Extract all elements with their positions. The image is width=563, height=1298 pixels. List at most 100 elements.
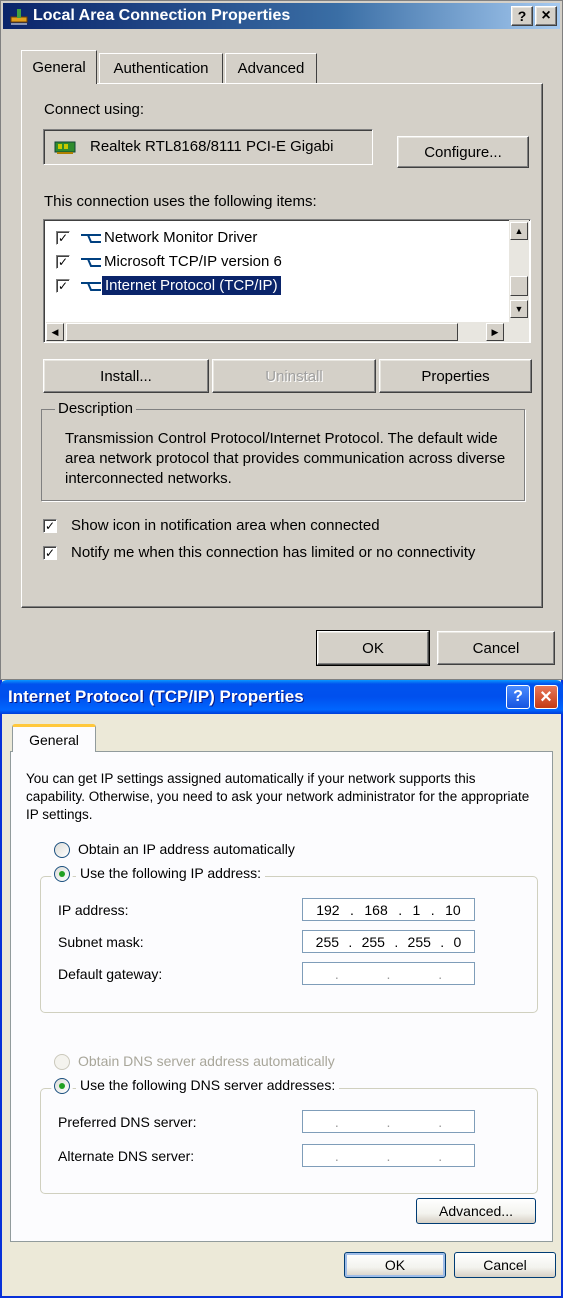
- preferred-dns-label: Preferred DNS server:: [58, 1114, 197, 1130]
- ip-separator: .: [438, 965, 443, 982]
- ip-octet: 192: [316, 901, 340, 918]
- list-item-label: Internet Protocol (TCP/IP): [101, 275, 282, 296]
- ip-separator: .: [386, 965, 391, 982]
- properties-button-label: Properties: [421, 367, 490, 385]
- checkbox-checked[interactable]: ✓: [56, 279, 70, 293]
- local-area-connection-properties-window: Local Area Connection Properties ? × Gen…: [0, 0, 563, 680]
- checkbox-checked[interactable]: ✓: [56, 255, 70, 269]
- dns-server-group: [40, 1088, 538, 1194]
- show-icon-label[interactable]: Show icon in notification area when conn…: [71, 517, 380, 534]
- show-icon-checkbox[interactable]: ✓: [43, 519, 57, 533]
- advanced-button[interactable]: Advanced...: [416, 1198, 536, 1224]
- subnet-mask-label: Subnet mask:: [58, 934, 144, 950]
- ip-octet: 0: [453, 933, 462, 950]
- window-title: Local Area Connection Properties: [33, 7, 291, 24]
- ip-octet: 255: [407, 933, 431, 950]
- title-bar: Internet Protocol (TCP/IP) Properties ? …: [0, 680, 563, 714]
- scroll-left-arrow-icon[interactable]: ◀: [46, 323, 64, 341]
- help-button[interactable]: ?: [511, 6, 533, 26]
- ip-octet: 255: [361, 933, 385, 950]
- ip-separator: .: [386, 1147, 391, 1164]
- default-gateway-label: Default gateway:: [58, 966, 163, 982]
- connect-using-label: Connect using:: [44, 101, 145, 118]
- list-item[interactable]: ✓ Microsoft TCP/IP version 6: [52, 252, 492, 274]
- obtain-dns-auto-radio[interactable]: [54, 1054, 70, 1070]
- ip-separator: .: [438, 1113, 443, 1130]
- ok-button-label: OK: [362, 639, 384, 657]
- notify-checkbox[interactable]: ✓: [43, 546, 57, 560]
- notify-label[interactable]: Notify me when this connection has limit…: [71, 544, 475, 561]
- checkbox-checked[interactable]: ✓: [56, 231, 70, 245]
- tab-general[interactable]: General: [12, 724, 96, 752]
- ip-octet: 1: [412, 901, 421, 918]
- tcpip-properties-window: Internet Protocol (TCP/IP) Properties ? …: [0, 680, 563, 1298]
- network-component-icon: [81, 282, 101, 291]
- list-item[interactable]: ✓ Network Monitor Driver: [52, 228, 492, 250]
- ok-button[interactable]: OK: [316, 630, 430, 666]
- subnet-mask-field[interactable]: 255. 255. 255. 0: [302, 930, 475, 953]
- use-following-dns-label[interactable]: Use the following DNS server addresses:: [76, 1077, 340, 1093]
- uninstall-button[interactable]: Uninstall: [212, 359, 376, 393]
- ok-button-label: OK: [384, 1257, 406, 1273]
- scrollbar-thumb[interactable]: [66, 323, 458, 341]
- uninstall-button-label: Uninstall: [265, 367, 323, 385]
- ip-octet: 10: [445, 901, 461, 918]
- network-component-icon: [81, 258, 101, 267]
- ip-separator: .: [350, 901, 354, 918]
- obtain-ip-auto-radio[interactable]: [54, 842, 70, 858]
- close-button[interactable]: ×: [535, 6, 557, 26]
- use-following-dns-radio[interactable]: [54, 1078, 70, 1094]
- ip-address-label: IP address:: [58, 902, 129, 918]
- configure-button[interactable]: Configure...: [397, 136, 529, 168]
- ip-separator: .: [348, 933, 353, 950]
- alternate-dns-field[interactable]: ...: [302, 1144, 475, 1167]
- ip-octet: 168: [364, 901, 388, 918]
- default-gateway-field[interactable]: ...: [302, 962, 475, 985]
- scrollbar-thumb[interactable]: [510, 276, 528, 296]
- preferred-dns-field[interactable]: ...: [302, 1110, 475, 1133]
- ip-separator: .: [386, 1113, 391, 1130]
- ok-button[interactable]: OK: [344, 1252, 446, 1278]
- list-item-selected[interactable]: ✓ Internet Protocol (TCP/IP): [52, 275, 492, 298]
- items-label: This connection uses the following items…: [44, 193, 317, 210]
- tab-advanced[interactable]: Advanced: [225, 53, 317, 83]
- alternate-dns-label: Alternate DNS server:: [58, 1148, 195, 1164]
- network-adapter-icon: [54, 141, 76, 154]
- ip-address-field[interactable]: 192. 168. 1. 10: [302, 898, 475, 921]
- network-component-icon: [81, 234, 101, 243]
- scroll-up-arrow-icon[interactable]: ▲: [510, 222, 528, 240]
- cancel-button[interactable]: Cancel: [437, 631, 555, 665]
- horizontal-scrollbar[interactable]: ◀ ▶: [46, 322, 529, 342]
- obtain-ip-auto-label[interactable]: Obtain an IP address automatically: [78, 841, 295, 857]
- obtain-dns-auto-label[interactable]: Obtain DNS server address automatically: [78, 1053, 335, 1069]
- tab-authentication[interactable]: Authentication: [99, 53, 223, 83]
- cancel-button[interactable]: Cancel: [454, 1252, 556, 1278]
- configure-button-label: Configure...: [424, 143, 502, 161]
- help-button[interactable]: ?: [506, 685, 530, 709]
- title-bar: Local Area Connection Properties ? ×: [3, 3, 560, 29]
- description-text: Transmission Control Protocol/Internet P…: [65, 430, 506, 487]
- cancel-button-label: Cancel: [472, 639, 520, 657]
- intro-text: You can get IP settings assigned automat…: [26, 771, 530, 822]
- ip-separator: .: [438, 1147, 443, 1164]
- adapter-field: Realtek RTL8168/8111 PCI-E Gigabi: [43, 129, 373, 165]
- ip-separator: .: [334, 1113, 339, 1130]
- description-title: Description: [55, 400, 137, 417]
- properties-button[interactable]: Properties: [379, 359, 532, 393]
- tab-general[interactable]: General: [21, 50, 97, 84]
- ip-separator: .: [440, 933, 445, 950]
- close-button[interactable]: ×: [534, 685, 558, 709]
- vertical-scrollbar[interactable]: ▲ ▼: [509, 220, 529, 322]
- advanced-button-label: Advanced...: [439, 1203, 513, 1219]
- ip-separator: .: [334, 965, 339, 982]
- use-following-ip-label[interactable]: Use the following IP address:: [76, 865, 266, 881]
- cancel-button-label: Cancel: [483, 1257, 527, 1273]
- install-button[interactable]: Install...: [43, 359, 209, 393]
- use-following-ip-radio[interactable]: [54, 866, 70, 882]
- ip-octet: 255: [315, 933, 340, 950]
- scroll-down-arrow-icon[interactable]: ▼: [510, 300, 528, 318]
- window-title: Internet Protocol (TCP/IP) Properties: [8, 687, 304, 706]
- items-list[interactable]: ✓ Network Monitor Driver ✓ Microsoft TCP…: [43, 219, 531, 343]
- scroll-right-arrow-icon[interactable]: ▶: [486, 323, 504, 341]
- ip-separator: .: [334, 1147, 339, 1164]
